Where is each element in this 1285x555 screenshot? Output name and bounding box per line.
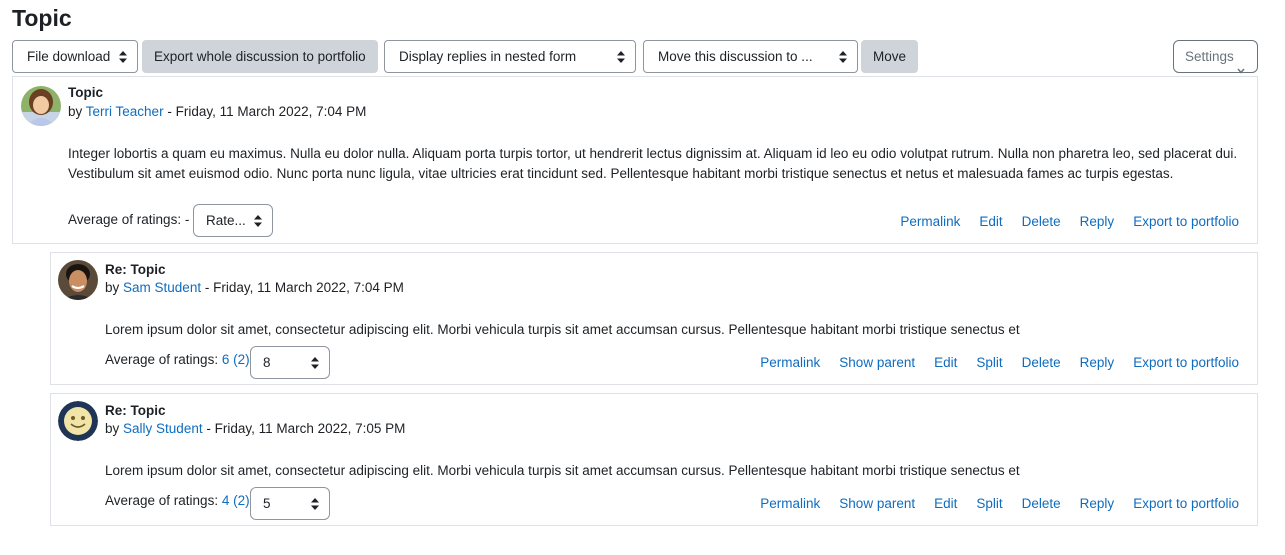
post-commands: Permalink Show parent Edit Split Delete Reply…: [741, 355, 1239, 370]
post-subject: Topic: [68, 85, 103, 100]
post-byline: by Terri Teacher - Friday, 11 March 2022…: [68, 104, 366, 119]
rate-select[interactable]: 8: [250, 346, 330, 379]
author-link[interactable]: Sally Student: [123, 421, 203, 436]
sort-updown-icon: [254, 215, 262, 227]
ratings-count-link[interactable]: (2): [233, 493, 250, 508]
post-subject: Re: Topic: [105, 262, 166, 277]
move-discussion-select[interactable]: Move this discussion to ...: [643, 40, 858, 73]
discussion-toolbar: File download Export whole discussion to…: [12, 40, 1258, 74]
ratings-summary: Average of ratings: 4 (2): [105, 493, 250, 508]
post-commands: Permalink Show parent Edit Split Delete Reply…: [741, 496, 1239, 511]
move-discussion-label: Move this discussion to ...: [658, 49, 813, 64]
post-date: - Friday, 11 March 2022, 7:04 PM: [201, 280, 404, 295]
post-message: Integer lobortis a quam eu maximus. Null…: [68, 146, 1238, 181]
forum-post-reply: Re: Topic by Sally Student - Friday, 11 …: [50, 393, 1258, 526]
delete-link[interactable]: Delete: [1022, 214, 1061, 229]
permalink-link[interactable]: Permalink: [900, 214, 960, 229]
reply-link[interactable]: Reply: [1080, 355, 1115, 370]
settings-dropdown[interactable]: Settings: [1173, 40, 1258, 74]
by-label: by: [105, 421, 120, 436]
post-commands: Permalink Edit Delete Reply Export to portfo…: [881, 214, 1239, 229]
permalink-link[interactable]: Permalink: [760, 355, 820, 370]
edit-link[interactable]: Edit: [934, 496, 957, 511]
avatar[interactable]: [58, 401, 98, 441]
sort-updown-icon: [839, 41, 847, 72]
author-link[interactable]: Terri Teacher: [86, 104, 164, 119]
by-label: by: [68, 104, 83, 119]
ratings-summary: Average of ratings: 6 (2): [105, 352, 250, 367]
sort-updown-icon: [617, 41, 625, 72]
author-link[interactable]: Sam Student: [123, 280, 201, 295]
avatar[interactable]: [58, 260, 98, 300]
post-byline: by Sally Student - Friday, 11 March 2022…: [105, 421, 405, 436]
post-byline: by Sam Student - Friday, 11 March 2022, …: [105, 280, 404, 295]
edit-link[interactable]: Edit: [979, 214, 1002, 229]
ratings-summary: Average of ratings: -: [68, 212, 189, 227]
ratings-value: -: [181, 212, 190, 227]
ratings-value-link[interactable]: 4: [222, 493, 230, 508]
post-date: - Friday, 11 March 2022, 7:05 PM: [202, 421, 406, 436]
settings-label: Settings: [1185, 49, 1234, 64]
permalink-link[interactable]: Permalink: [760, 496, 820, 511]
export-to-portfolio-link[interactable]: Export to portfolio: [1133, 355, 1239, 370]
split-link[interactable]: Split: [976, 355, 1002, 370]
export-discussion-button[interactable]: Export whole discussion to portfolio: [142, 40, 378, 73]
move-button[interactable]: Move: [861, 40, 918, 73]
post-message: Lorem ipsum dolor sit amet, consectetur …: [105, 322, 1020, 337]
display-mode-select[interactable]: Display replies in nested form: [384, 40, 636, 73]
split-link[interactable]: Split: [976, 496, 1002, 511]
file-download-select[interactable]: File download: [12, 40, 138, 73]
reply-link[interactable]: Reply: [1080, 496, 1115, 511]
delete-link[interactable]: Delete: [1022, 496, 1061, 511]
forum-post: Topic by Terri Teacher - Friday, 11 Marc…: [12, 76, 1258, 244]
forum-post-reply: Re: Topic by Sam Student - Friday, 11 Ma…: [50, 252, 1258, 385]
edit-link[interactable]: Edit: [934, 355, 957, 370]
rate-select[interactable]: Rate...: [193, 204, 273, 237]
delete-link[interactable]: Delete: [1022, 355, 1061, 370]
sort-updown-icon: [311, 357, 319, 369]
ratings-label: Average of ratings:: [105, 493, 219, 508]
avatar[interactable]: [21, 86, 61, 126]
show-parent-link[interactable]: Show parent: [839, 355, 915, 370]
rate-select-value: 5: [263, 496, 271, 511]
show-parent-link[interactable]: Show parent: [839, 496, 915, 511]
sort-updown-icon: [311, 498, 319, 510]
post-message: Lorem ipsum dolor sit amet, consectetur …: [105, 463, 1020, 478]
post-subject: Re: Topic: [105, 403, 166, 418]
rate-select-value: Rate...: [206, 213, 246, 228]
ratings-count-link[interactable]: (2): [233, 352, 250, 367]
display-mode-label: Display replies in nested form: [399, 49, 577, 64]
ratings-value-link[interactable]: 6: [222, 352, 230, 367]
reply-link[interactable]: Reply: [1080, 214, 1115, 229]
page-title: Topic: [12, 5, 72, 31]
ratings-label: Average of ratings:: [68, 212, 182, 227]
rate-select-value: 8: [263, 355, 271, 370]
export-to-portfolio-link[interactable]: Export to portfolio: [1133, 214, 1239, 229]
ratings-label: Average of ratings:: [105, 352, 219, 367]
by-label: by: [105, 280, 120, 295]
sort-updown-icon: [119, 41, 127, 72]
file-download-label: File download: [27, 49, 111, 64]
rate-select[interactable]: 5: [250, 487, 330, 520]
export-to-portfolio-link[interactable]: Export to portfolio: [1133, 496, 1239, 511]
post-date: - Friday, 11 March 2022, 7:04 PM: [163, 104, 367, 119]
